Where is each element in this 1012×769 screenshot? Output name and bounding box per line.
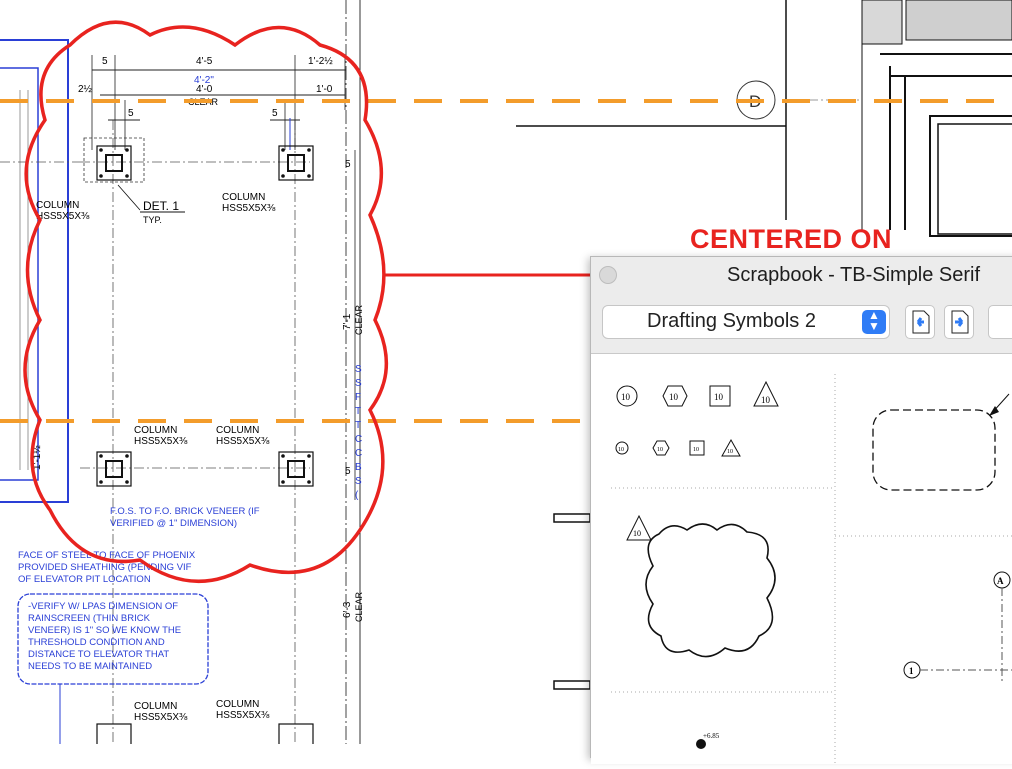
detail-sub-label: TYP.	[143, 215, 162, 225]
svg-text:THRESHOLD CONDITION AND: THRESHOLD CONDITION AND	[28, 637, 165, 648]
svg-text:COLUMN: COLUMN	[216, 425, 259, 436]
column-plate	[278, 145, 314, 181]
dim-label: 5	[345, 466, 351, 477]
category-select-value: Drafting Symbols 2	[647, 310, 816, 332]
svg-text:+6.85: +6.85	[703, 732, 720, 740]
svg-text:10: 10	[693, 447, 699, 453]
next-page-button[interactable]	[944, 305, 974, 339]
svg-text:COLUMN: COLUMN	[134, 425, 177, 436]
cloud-note-text: -VERIFY W/ LPAS DIMENSION OF RAINSCREEN …	[28, 601, 181, 672]
symbol-square-small[interactable]: 10	[689, 440, 705, 456]
svg-text:(: (	[355, 490, 359, 501]
svg-text:10: 10	[618, 447, 624, 453]
revision-cloud-symbol[interactable]: 10	[626, 514, 776, 658]
svg-text:COLUMN: COLUMN	[216, 699, 259, 710]
symbols-canvas: 10 10 10 10 10 10 10 10 10 A 1 +6.85	[611, 374, 1012, 764]
category-select[interactable]: Drafting Symbols 2 ▲ ▼	[602, 305, 890, 339]
dim-label: 1'-0	[316, 84, 333, 95]
dim-label: CLEAR	[354, 304, 364, 335]
page-prev-icon	[912, 310, 930, 334]
dim-label: 5	[102, 56, 108, 67]
close-icon[interactable]	[599, 266, 617, 284]
svg-text:HSS5X5X⅜: HSS5X5X⅜	[222, 203, 276, 214]
column-plate	[96, 723, 314, 744]
symbol-hexagon[interactable]: 10	[662, 385, 688, 407]
symbol-hexagon-small[interactable]: 10	[652, 440, 670, 456]
prev-page-button[interactable]	[905, 305, 935, 339]
dim-label: 5	[128, 108, 134, 119]
svg-text:T: T	[355, 406, 361, 417]
svg-text:1: 1	[909, 666, 914, 676]
svg-text:HSS5X5X⅜: HSS5X5X⅜	[216, 710, 270, 721]
symbol-triangle[interactable]: 10	[753, 380, 779, 407]
svg-text:DISTANCE TO ELEVATOR THAT: DISTANCE TO ELEVATOR THAT	[28, 649, 169, 660]
title-bar[interactable]: Scrapbook - TB-Simple Serif	[591, 257, 1012, 297]
svg-text:HSS5X5X⅜: HSS5X5X⅜	[216, 436, 270, 447]
page-next-icon	[951, 310, 969, 334]
svg-text:B: B	[355, 462, 362, 473]
svg-text:T: T	[355, 420, 361, 431]
svg-text:RAINSCREEN (THIN BRICK: RAINSCREEN (THIN BRICK	[28, 613, 151, 624]
hatch-block	[905, 0, 1012, 41]
svg-text:HSS5X5X⅜: HSS5X5X⅜	[36, 211, 90, 222]
symbol-circle[interactable]: 10	[616, 385, 638, 407]
svg-text:10: 10	[714, 392, 724, 402]
symbol-square[interactable]: 10	[709, 385, 731, 407]
svg-text:F: F	[355, 392, 361, 403]
svg-text:10: 10	[761, 395, 771, 405]
grid-symbol[interactable]: A 1	[903, 571, 1012, 684]
svg-text:S: S	[355, 364, 362, 375]
svg-text:VENEER) IS 1" SO WE KNOW THE: VENEER) IS 1" SO WE KNOW THE	[28, 625, 181, 636]
scrapbook-canvas[interactable]: 10 10 10 10 10 10 10 10 10 A 1 +6.85	[591, 353, 1012, 764]
column-plate	[96, 451, 132, 487]
svg-text:A: A	[997, 576, 1004, 586]
svg-text:S: S	[355, 378, 362, 389]
elevation-symbol[interactable]: +6.85	[696, 732, 720, 749]
svg-text:HSS5X5X⅜: HSS5X5X⅜	[134, 436, 188, 447]
dim-label: 1'-2½	[308, 56, 333, 67]
dim-label: 4'-0	[196, 84, 213, 95]
column-plate	[83, 137, 145, 183]
dashed-rounded-box[interactable]	[872, 393, 1010, 491]
window-title: Scrapbook - TB-Simple Serif	[727, 264, 981, 286]
symbol-triangle-small[interactable]: 10	[721, 438, 741, 457]
svg-text:C: C	[355, 448, 362, 459]
svg-text:OF ELEVATOR PIT LOCATION: OF ELEVATOR PIT LOCATION	[18, 574, 151, 585]
svg-text:F.O.S. TO F.O. BRICK VENEER (I: F.O.S. TO F.O. BRICK VENEER (IF	[110, 506, 260, 517]
svg-text:COLUMN: COLUMN	[222, 192, 265, 203]
dim-label: 2½	[78, 84, 93, 95]
vertical-blue-text: S S F T T C C B S (	[355, 364, 362, 501]
svg-text:COLUMN: COLUMN	[36, 200, 79, 211]
dim-label: 5	[345, 159, 351, 170]
svg-text:COLUMN: COLUMN	[134, 701, 177, 712]
column-plate	[278, 451, 314, 487]
svg-text:VERIFIED @ 1" DIMENSION): VERIFIED @ 1" DIMENSION)	[110, 518, 237, 529]
scrapbook-window[interactable]: Scrapbook - TB-Simple Serif Drafting Sym…	[590, 256, 1012, 764]
svg-text:10: 10	[657, 447, 663, 453]
svg-text:C: C	[355, 434, 362, 445]
svg-text:HSS5X5X⅜: HSS5X5X⅜	[134, 712, 188, 723]
svg-text:S: S	[355, 476, 362, 487]
svg-text:10: 10	[621, 392, 631, 402]
hatch-block	[861, 0, 903, 45]
dim-label: 7'-1	[342, 313, 353, 330]
extra-button[interactable]	[988, 305, 1012, 339]
svg-text:NEEDS TO BE MAINTAINED: NEEDS TO BE MAINTAINED	[28, 661, 152, 672]
dim-label: 5	[272, 108, 278, 119]
symbol-circle-small[interactable]: 10	[615, 441, 629, 455]
dim-label: CLEAR	[354, 591, 364, 622]
detail-label: DET. 1	[143, 199, 179, 213]
blue-frame-inner	[0, 67, 39, 481]
svg-text:10: 10	[669, 392, 679, 402]
svg-text:10: 10	[727, 449, 733, 455]
dim-label: 6'-3	[342, 601, 353, 618]
svg-text:PROVIDED SHEATHING (PENDING VI: PROVIDED SHEATHING (PENDING VIF	[18, 562, 192, 573]
select-arrows-icon: ▲ ▼	[862, 309, 886, 334]
dim-label: 4'-5	[196, 56, 213, 67]
callout-label: CENTERED ON	[690, 224, 893, 254]
svg-text:10: 10	[633, 529, 641, 538]
svg-text:-VERIFY W/ LPAS DIMENSION OF: -VERIFY W/ LPAS DIMENSION OF	[28, 601, 178, 612]
